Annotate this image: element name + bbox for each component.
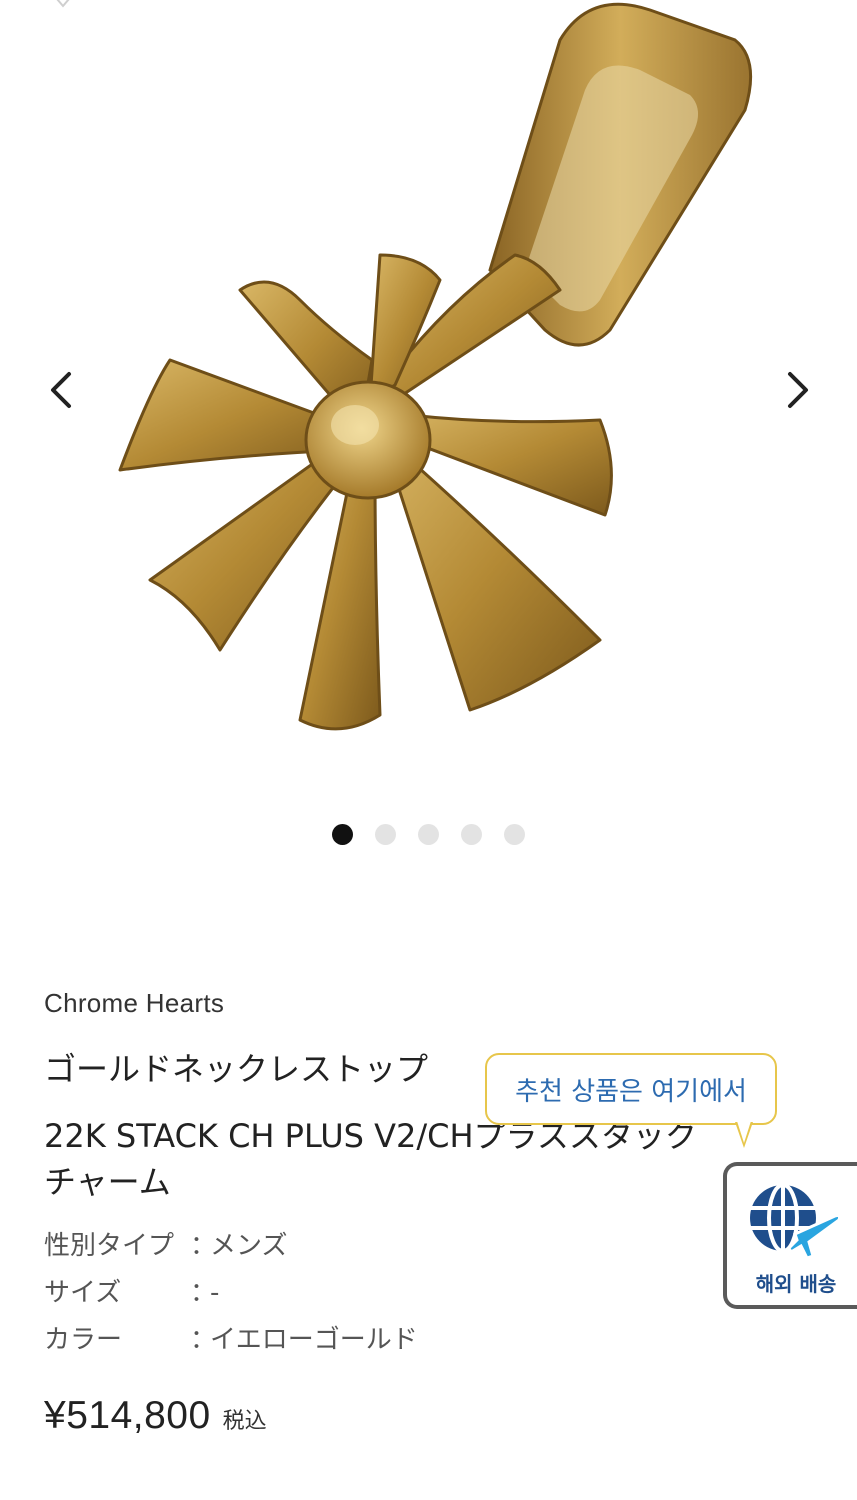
price-row: ¥514,800 税込: [44, 1394, 804, 1438]
tax-note: 税込: [222, 1409, 267, 1434]
spec-row-gender: 性別タイプ ： メンズ: [44, 1223, 804, 1270]
spec-label: カラー: [44, 1325, 123, 1355]
spec-separator: ：: [190, 1278, 217, 1308]
product-name: 22K STACK CH PLUS V2/CHプラススタック チャーム: [44, 1113, 774, 1205]
overseas-shipping-button[interactable]: 해외 배송: [723, 1162, 857, 1309]
carousel-dot[interactable]: [504, 824, 525, 845]
spec-separator: ：: [190, 1231, 217, 1261]
chevron-right-icon[interactable]: [770, 362, 826, 418]
brand-name[interactable]: Chrome Hearts: [44, 988, 804, 1019]
recommendation-tooltip[interactable]: 추천 상품은 여기에서: [485, 1053, 777, 1125]
spec-row-size: サイズ ： -: [44, 1270, 804, 1317]
tooltip-tail-inner: [737, 1121, 751, 1143]
carousel-pagination: [332, 824, 525, 845]
carousel-dot[interactable]: [332, 824, 353, 845]
spec-label: 性別タイプ: [44, 1231, 175, 1261]
product-price: ¥514,800: [44, 1394, 211, 1437]
heart-icon[interactable]: [48, 0, 78, 14]
tooltip-text: 추천 상품은 여기에서: [515, 1076, 747, 1107]
spec-label: サイズ: [44, 1278, 122, 1308]
product-image: [118, 2, 753, 731]
carousel-dot[interactable]: [375, 824, 396, 845]
overseas-shipping-label: 해외 배송: [755, 1272, 837, 1296]
carousel-dot[interactable]: [418, 824, 439, 845]
spec-value: -: [210, 1278, 220, 1308]
chevron-left-icon[interactable]: [33, 362, 89, 418]
spec-value: イエローゴールド: [210, 1325, 418, 1355]
spec-value: メンズ: [210, 1231, 288, 1261]
product-image-gallery[interactable]: [0, 0, 857, 845]
spec-separator: ：: [190, 1325, 217, 1355]
spec-row-color: カラー ： イエローゴールド: [44, 1317, 804, 1364]
product-name-line3: チャーム: [44, 1163, 171, 1201]
carousel-dot[interactable]: [461, 824, 482, 845]
product-specs: 性別タイプ ： メンズ サイズ ： - カラー ： イエローゴールド: [44, 1223, 804, 1364]
globe-plane-icon: [750, 1183, 841, 1260]
